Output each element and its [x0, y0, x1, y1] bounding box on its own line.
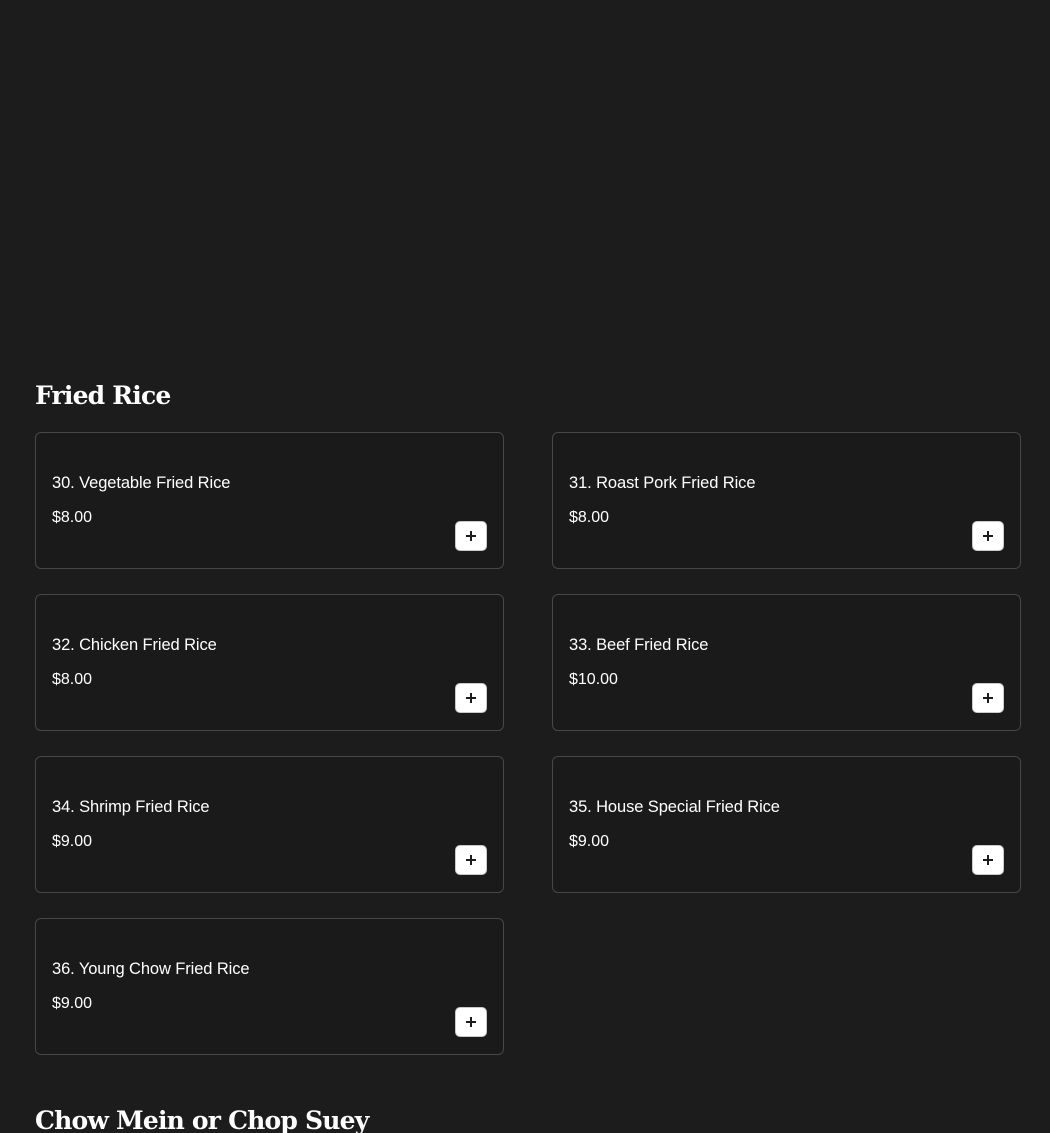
menu-item-card[interactable]: 36. Young Chow Fried Rice $9.00 [35, 918, 504, 1055]
menu-item-price: $10.00 [569, 671, 618, 688]
section-title-fried-rice: Fried Rice [35, 381, 171, 410]
plus-icon [466, 531, 476, 541]
plus-icon [466, 855, 476, 865]
add-to-cart-button[interactable] [972, 521, 1004, 551]
menu-item-name: 34. Shrimp Fried Rice [52, 798, 210, 816]
menu-item-price: $9.00 [52, 833, 93, 850]
menu-item-name: 36. Young Chow Fried Rice [52, 960, 250, 978]
add-to-cart-button[interactable] [455, 845, 487, 875]
plus-icon [466, 693, 476, 703]
menu-item-name: 30. Vegetable Fried Rice [52, 474, 231, 492]
menu-item-price: $8.00 [52, 509, 93, 526]
menu-item-name: 32. Chicken Fried Rice [52, 636, 217, 654]
menu-item-card[interactable]: 34. Shrimp Fried Rice $9.00 [35, 756, 504, 893]
menu-item-price: $9.00 [569, 833, 610, 850]
add-to-cart-button[interactable] [455, 1007, 487, 1037]
menu-item-grid: 30. Vegetable Fried Rice $8.00 31. Roast… [35, 432, 1021, 1055]
add-to-cart-button[interactable] [972, 683, 1004, 713]
menu-item-name: 35. House Special Fried Rice [569, 798, 780, 816]
menu-item-name: 31. Roast Pork Fried Rice [569, 474, 756, 492]
add-to-cart-button[interactable] [972, 845, 1004, 875]
menu-item-card[interactable]: 33. Beef Fried Rice $10.00 [552, 594, 1021, 731]
menu-item-card[interactable]: 31. Roast Pork Fried Rice $8.00 [552, 432, 1021, 569]
menu-item-price: $9.00 [52, 995, 93, 1012]
menu-item-price: $8.00 [52, 671, 93, 688]
menu-item-card[interactable]: 35. House Special Fried Rice $9.00 [552, 756, 1021, 893]
plus-icon [983, 855, 993, 865]
section-title-chow-mein: Chow Mein or Chop Suey [35, 1106, 369, 1133]
add-to-cart-button[interactable] [455, 521, 487, 551]
menu-item-card[interactable]: 32. Chicken Fried Rice $8.00 [35, 594, 504, 731]
menu-page: Fried Rice 30. Vegetable Fried Rice $8.0… [0, 0, 1050, 1133]
plus-icon [983, 693, 993, 703]
plus-icon [983, 531, 993, 541]
menu-item-name: 33. Beef Fried Rice [569, 636, 709, 654]
add-to-cart-button[interactable] [455, 683, 487, 713]
plus-icon [466, 1017, 476, 1027]
menu-item-card[interactable]: 30. Vegetable Fried Rice $8.00 [35, 432, 504, 569]
menu-item-price: $8.00 [569, 509, 610, 526]
